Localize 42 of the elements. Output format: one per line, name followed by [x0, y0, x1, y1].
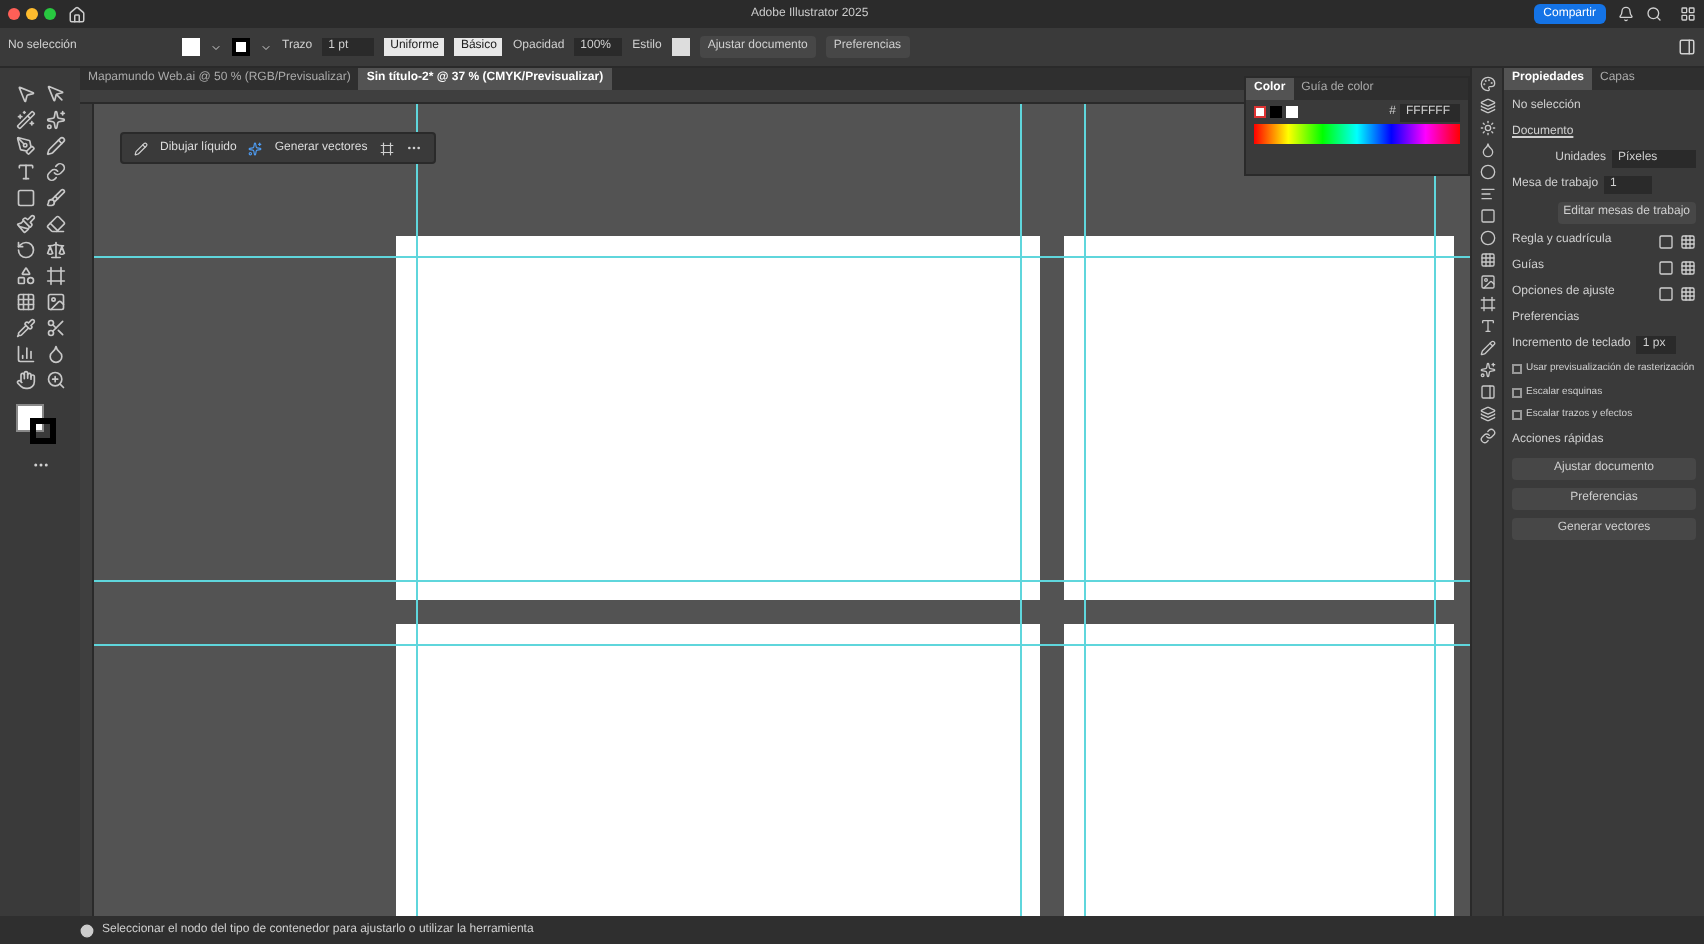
style-swatch[interactable]	[671, 38, 690, 56]
grid-icon[interactable]	[1680, 285, 1696, 301]
sparkle-icon[interactable]	[1479, 362, 1495, 378]
chevron-icon[interactable]	[210, 41, 222, 53]
circle-icon[interactable]	[1479, 230, 1495, 246]
stroke-color-swatch[interactable]	[1270, 106, 1282, 118]
color-spectrum[interactable]	[1254, 124, 1460, 144]
bell-icon[interactable]	[1618, 6, 1634, 22]
pencil-icon[interactable]	[1479, 340, 1495, 356]
align-icon[interactable]	[1479, 186, 1495, 202]
panel-icon[interactable]	[1678, 38, 1696, 56]
checkbox[interactable]	[1512, 410, 1522, 421]
square-icon[interactable]	[1658, 233, 1674, 249]
circle-icon[interactable]	[1479, 164, 1495, 180]
square-icon[interactable]	[1658, 285, 1674, 301]
chevron-icon[interactable]	[260, 41, 272, 53]
square-icon[interactable]	[1479, 208, 1495, 224]
none-swatch[interactable]	[1254, 106, 1266, 118]
pencil-icon	[134, 141, 148, 155]
grid-icon[interactable]	[1479, 252, 1495, 268]
grid-icon[interactable]	[1680, 233, 1696, 249]
stroke-swatch[interactable]	[30, 418, 56, 444]
checkbox[interactable]	[1512, 364, 1522, 375]
grid-icon[interactable]	[1680, 6, 1696, 22]
square-icon[interactable]	[1658, 259, 1674, 275]
palette-icon[interactable]	[1479, 76, 1495, 92]
layers-icon[interactable]	[1479, 98, 1495, 114]
droplet-icon[interactable]	[1479, 142, 1495, 158]
sun-icon[interactable]	[1479, 120, 1495, 136]
sparkle-icon	[248, 141, 263, 155]
fill-swatch[interactable]	[182, 38, 200, 56]
fill-color-swatch[interactable]	[1286, 106, 1298, 118]
panel-icon[interactable]	[1479, 384, 1495, 400]
checkbox[interactable]	[1512, 387, 1522, 398]
home-icon[interactable]	[68, 5, 86, 23]
search-icon[interactable]	[1646, 6, 1662, 22]
link-icon[interactable]	[1479, 428, 1495, 444]
type-icon[interactable]	[1479, 318, 1495, 334]
layers-icon[interactable]	[1479, 406, 1495, 422]
image-icon[interactable]	[1479, 274, 1495, 290]
grid-icon[interactable]	[1680, 259, 1696, 275]
stroke-swatch[interactable]	[232, 38, 250, 56]
